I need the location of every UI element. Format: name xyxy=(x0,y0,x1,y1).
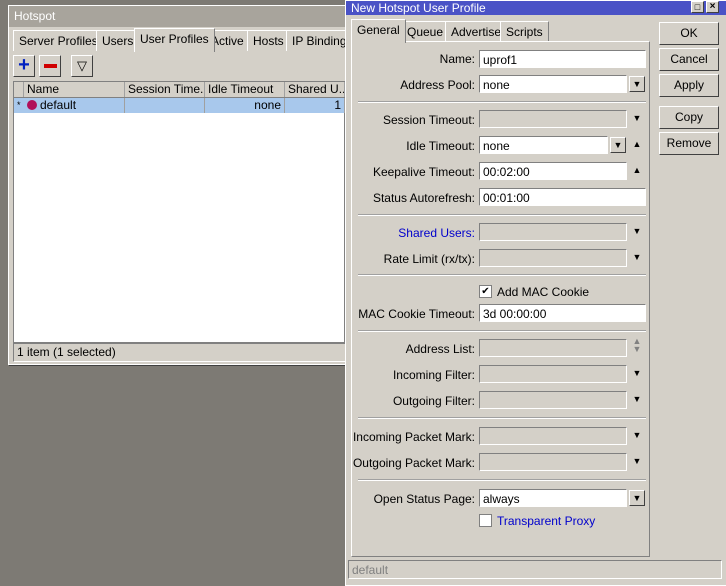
tab-general[interactable]: General xyxy=(351,19,406,43)
ok-button[interactable]: OK xyxy=(659,22,719,45)
open-status-page-dropdown-icon[interactable]: ▼ xyxy=(629,490,645,506)
column-name[interactable]: Name xyxy=(24,82,125,97)
session-timeout-expand-icon[interactable]: ▼ xyxy=(631,113,643,123)
rate-limit-expand-icon[interactable]: ▼ xyxy=(631,252,643,262)
apply-button[interactable]: Apply xyxy=(659,74,719,97)
session-timeout-input[interactable] xyxy=(479,110,627,128)
transparent-proxy-checkbox[interactable] xyxy=(479,514,492,527)
general-panel: Name: uprof1 Address Pool: none ▼ Sessio… xyxy=(351,41,650,557)
rate-limit-input[interactable] xyxy=(479,249,627,267)
address-pool-select[interactable]: none xyxy=(479,75,627,93)
keepalive-timeout-collapse-icon[interactable]: ▲ xyxy=(631,165,643,175)
profiles-table: Name Session Time... Idle Timeout Shared… xyxy=(13,81,345,343)
tab-queue[interactable]: Queue xyxy=(401,21,450,42)
outgoing-packet-mark-expand-icon[interactable]: ▼ xyxy=(631,456,643,466)
tab-server-profiles[interactable]: Server Profiles xyxy=(13,30,104,51)
keepalive-timeout-input[interactable]: 00:02:00 xyxy=(479,162,627,180)
incoming-filter-expand-icon[interactable]: ▼ xyxy=(631,368,643,378)
new-profile-dialog: New Hotspot User Profile □ × General Que… xyxy=(345,0,726,586)
close-button[interactable]: × xyxy=(706,1,719,13)
incoming-filter-input[interactable] xyxy=(479,365,627,383)
remove-icon xyxy=(43,64,57,68)
idle-timeout-dropdown-icon[interactable]: ▼ xyxy=(610,137,626,153)
mac-cookie-timeout-input[interactable]: 3d 00:00:00 xyxy=(479,304,646,322)
column-shared-users[interactable]: Shared U... xyxy=(285,82,345,97)
hotspot-tabs: Server Profiles Users User Profiles Acti… xyxy=(13,28,359,52)
tab-advertise[interactable]: Advertise xyxy=(445,21,508,42)
filter-icon: ▽ xyxy=(77,58,87,73)
outgoing-filter-expand-icon[interactable]: ▼ xyxy=(631,394,643,404)
copy-button[interactable]: Copy xyxy=(659,106,719,129)
shared-users-input[interactable] xyxy=(479,223,627,241)
add-icon: + xyxy=(18,54,30,76)
address-list-input[interactable] xyxy=(479,339,627,357)
tab-scripts[interactable]: Scripts xyxy=(500,21,549,42)
idle-timeout-collapse-icon[interactable]: ▲ xyxy=(631,139,643,149)
status-autorefresh-input[interactable]: 00:01:00 xyxy=(479,188,646,206)
hotspot-window: Hotspot Server Profiles Users User Profi… xyxy=(8,5,359,365)
address-list-updown-icon[interactable]: ▲ ▼ xyxy=(631,337,643,354)
name-input[interactable]: uprof1 xyxy=(479,50,646,68)
table-row[interactable]: * default none 1 xyxy=(14,98,345,113)
outgoing-packet-mark-input[interactable] xyxy=(479,453,627,471)
add-mac-cookie-checkbox[interactable]: ✔ xyxy=(479,285,492,298)
hotspot-status-bar: 1 item (1 selected) xyxy=(13,343,348,362)
shared-users-expand-icon[interactable]: ▼ xyxy=(631,226,643,236)
outgoing-filter-input[interactable] xyxy=(479,391,627,409)
address-pool-dropdown-icon[interactable]: ▼ xyxy=(629,76,645,92)
cancel-button[interactable]: Cancel xyxy=(659,48,719,71)
open-status-page-select[interactable]: always xyxy=(479,489,627,507)
incoming-packet-mark-input[interactable] xyxy=(479,427,627,445)
remove-button[interactable] xyxy=(39,55,61,77)
row-name: default xyxy=(24,98,125,113)
tab-hosts[interactable]: Hosts xyxy=(247,30,290,51)
incoming-packet-mark-expand-icon[interactable]: ▼ xyxy=(631,430,643,440)
idle-timeout-select[interactable]: none xyxy=(479,136,608,154)
maximize-button[interactable]: □ xyxy=(691,1,704,13)
dialog-tabs: General Queue Advertise Scripts xyxy=(351,19,641,43)
remove-button[interactable]: Remove xyxy=(659,132,719,155)
dialog-title-bar: New Hotspot User Profile □ × xyxy=(346,1,726,15)
filter-button[interactable]: ▽ xyxy=(71,55,93,77)
profile-icon xyxy=(27,100,37,110)
table-header: Name Session Time... Idle Timeout Shared… xyxy=(14,82,345,98)
add-button[interactable]: + xyxy=(13,55,35,77)
column-session-timeout[interactable]: Session Time... xyxy=(125,82,205,97)
dialog-status-bar: default xyxy=(348,560,722,579)
tab-users[interactable]: Users xyxy=(96,30,140,51)
hotspot-title-bar: Hotspot xyxy=(9,6,347,27)
column-idle-timeout[interactable]: Idle Timeout xyxy=(205,82,285,97)
tab-user-profiles[interactable]: User Profiles xyxy=(134,28,215,52)
